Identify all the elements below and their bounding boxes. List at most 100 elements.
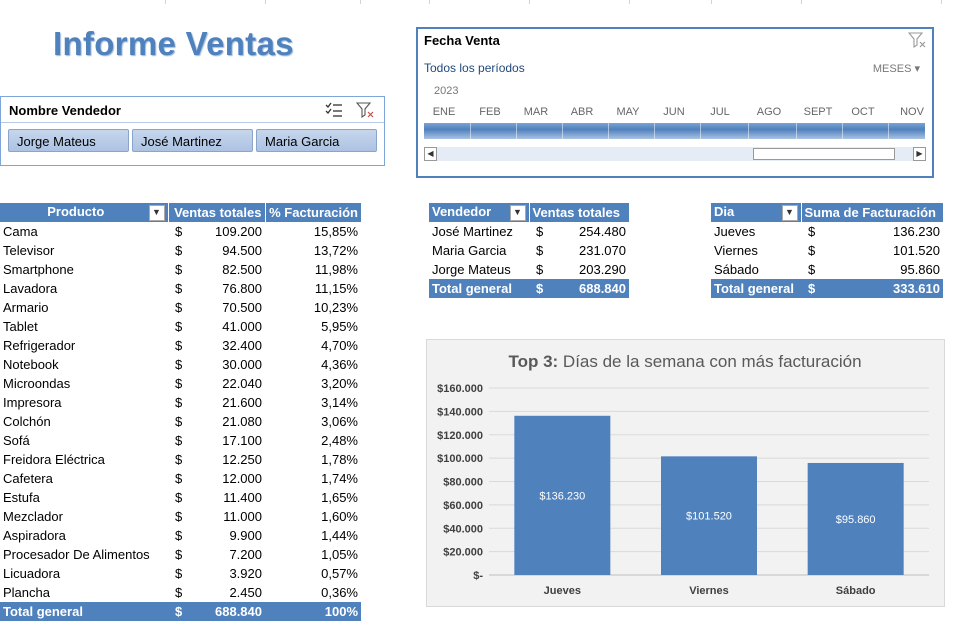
table-row[interactable]: José Martinez $254.480 bbox=[429, 222, 629, 241]
value-cell: 11,98% bbox=[265, 260, 361, 279]
cell-value: 1,60% bbox=[321, 509, 358, 524]
row-label: Freidora Eléctrica bbox=[3, 452, 105, 467]
clear-filter-icon[interactable] bbox=[907, 32, 926, 53]
cell-value: 4,70% bbox=[321, 338, 358, 353]
value-cell: $136.230 bbox=[801, 222, 943, 241]
table-row[interactable]: Armario $70.500 10,23% bbox=[0, 298, 361, 317]
table-row[interactable]: Smartphone $82.500 11,98% bbox=[0, 260, 361, 279]
currency-symbol: $ bbox=[175, 471, 183, 486]
table-row[interactable]: Notebook $30.000 4,36% bbox=[0, 355, 361, 374]
timeline-selection-bar[interactable] bbox=[424, 123, 926, 139]
row-label: Cama bbox=[3, 224, 38, 239]
value-cell: $95.860 bbox=[801, 260, 943, 279]
slicer-item-jose-martinez[interactable]: José Martinez bbox=[132, 129, 253, 152]
value-cell: $9.900 bbox=[168, 526, 265, 545]
bar-data-label: $136.230 bbox=[539, 490, 585, 502]
table-row[interactable]: Impresora $21.600 3,14% bbox=[0, 393, 361, 412]
value-cell: $21.080 bbox=[168, 412, 265, 431]
value-cell: 11,15% bbox=[265, 279, 361, 298]
table-row[interactable]: Cama $109.200 15,85% bbox=[0, 222, 361, 241]
timeline-separator bbox=[842, 123, 843, 139]
clear-filter-icon[interactable] bbox=[355, 102, 375, 120]
time-level-dropdown[interactable]: MESES ▾ bbox=[873, 62, 920, 75]
currency-symbol: $ bbox=[175, 300, 183, 315]
value-cell: $94.500 bbox=[168, 241, 265, 260]
table-row[interactable]: Mezclador $11.000 1,60% bbox=[0, 507, 361, 526]
total-value: 688.840 bbox=[579, 281, 626, 296]
scroll-thumb[interactable] bbox=[753, 148, 895, 160]
column-mark bbox=[360, 0, 361, 4]
table-row[interactable]: Aspiradora $9.900 1,44% bbox=[0, 526, 361, 545]
date-timeline[interactable]: Fecha Venta Todos los períodos MESES ▾ 2… bbox=[416, 27, 934, 178]
table-row[interactable]: Licuadora $3.920 0,57% bbox=[0, 564, 361, 583]
column-header[interactable]: Vendedor ▼ bbox=[429, 203, 530, 222]
slicer-item-maria-garcia[interactable]: Maria Garcia bbox=[256, 129, 377, 152]
table-row[interactable]: Televisor $94.500 13,72% bbox=[0, 241, 361, 260]
table-row[interactable]: Plancha $2.450 0,36% bbox=[0, 583, 361, 602]
table-row[interactable]: Cafetera $12.000 1,74% bbox=[0, 469, 361, 488]
timeline-separator bbox=[562, 123, 563, 139]
column-mark bbox=[429, 0, 430, 4]
value-cell: 0,36% bbox=[265, 583, 361, 602]
row-label: Notebook bbox=[3, 357, 59, 372]
cell-value: 12.250 bbox=[222, 452, 262, 467]
value-cell: $11.400 bbox=[168, 488, 265, 507]
cell-value: 9.900 bbox=[229, 528, 262, 543]
total-row: Total general $688.840 100% bbox=[0, 602, 361, 621]
table-row[interactable]: Maria Garcia $231.070 bbox=[429, 241, 629, 260]
row-label: Cafetera bbox=[3, 471, 53, 486]
sort-filter-icon[interactable]: ▼ bbox=[148, 205, 165, 221]
x-category-label: Jueves bbox=[544, 585, 581, 597]
chart-title: Top 3: Días de la semana con más factura… bbox=[508, 352, 861, 371]
top3-days-chart[interactable]: Top 3: Días de la semana con más factura… bbox=[426, 339, 945, 607]
table-row[interactable]: Lavadora $76.800 11,15% bbox=[0, 279, 361, 298]
table-row[interactable]: Procesador De Alimentos $7.200 1,05% bbox=[0, 545, 361, 564]
cell-value: 30.000 bbox=[222, 357, 262, 372]
timeline-scrollbar[interactable]: ◀ ▶ bbox=[424, 147, 926, 161]
value-cell: $7.200 bbox=[168, 545, 265, 564]
cell-value: 1,65% bbox=[321, 490, 358, 505]
total-label: Total general bbox=[0, 602, 168, 621]
currency-symbol: $ bbox=[175, 547, 183, 562]
timeline-title: Fecha Venta bbox=[424, 33, 500, 48]
multiselect-icon[interactable] bbox=[324, 102, 344, 120]
table-row[interactable]: Sofá $17.100 2,48% bbox=[0, 431, 361, 450]
table-row[interactable]: Microondas $22.040 3,20% bbox=[0, 374, 361, 393]
cell-value: 21.600 bbox=[222, 395, 262, 410]
cell-value: 70.500 bbox=[222, 300, 262, 315]
row-label: Estufa bbox=[3, 490, 40, 505]
row-label: Sofá bbox=[3, 433, 30, 448]
value-cell: $2.450 bbox=[168, 583, 265, 602]
scroll-left-icon[interactable]: ◀ bbox=[424, 147, 437, 161]
timeline-month: OCT bbox=[851, 106, 875, 118]
currency-symbol: $ bbox=[175, 433, 183, 448]
currency-symbol: $ bbox=[175, 604, 183, 619]
table-row[interactable]: Sábado $95.860 bbox=[711, 260, 943, 279]
column-header[interactable]: Dia ▼ bbox=[711, 203, 802, 222]
column-header[interactable]: Producto ▼ bbox=[0, 203, 169, 222]
cell-value: 15,85% bbox=[313, 224, 358, 239]
cell-value: 2.450 bbox=[229, 585, 262, 600]
table-row[interactable]: Colchón $21.080 3,06% bbox=[0, 412, 361, 431]
table-row[interactable]: Jorge Mateus $203.290 bbox=[429, 260, 629, 279]
slicer-item-jorge-mateus[interactable]: Jorge Mateus bbox=[8, 129, 129, 152]
total-label: Total general bbox=[711, 279, 801, 298]
table-row[interactable]: Viernes $101.520 bbox=[711, 241, 943, 260]
total-value-cell: 100% bbox=[265, 602, 361, 621]
table-row[interactable]: Refrigerador $32.400 4,70% bbox=[0, 336, 361, 355]
column-mark bbox=[629, 0, 630, 4]
filter-icon[interactable]: ▼ bbox=[781, 205, 798, 221]
cell-value: 41.000 bbox=[222, 319, 262, 334]
sort-filter-icon[interactable]: ▼ bbox=[509, 205, 526, 221]
table-row[interactable]: Tablet $41.000 5,95% bbox=[0, 317, 361, 336]
table-row[interactable]: Jueves $136.230 bbox=[711, 222, 943, 241]
row-label: Smartphone bbox=[3, 262, 74, 277]
seller-slicer[interactable]: Nombre Vendedor Jorge Mateus José Martin… bbox=[0, 96, 385, 166]
cell-value: 4,36% bbox=[321, 357, 358, 372]
table-row[interactable]: Freidora Eléctrica $12.250 1,78% bbox=[0, 450, 361, 469]
column-header-label: Vendedor bbox=[432, 204, 492, 219]
timeline-separator bbox=[470, 123, 471, 139]
cell-value: 0,36% bbox=[321, 585, 358, 600]
scroll-right-icon[interactable]: ▶ bbox=[913, 147, 926, 161]
table-row[interactable]: Estufa $11.400 1,65% bbox=[0, 488, 361, 507]
